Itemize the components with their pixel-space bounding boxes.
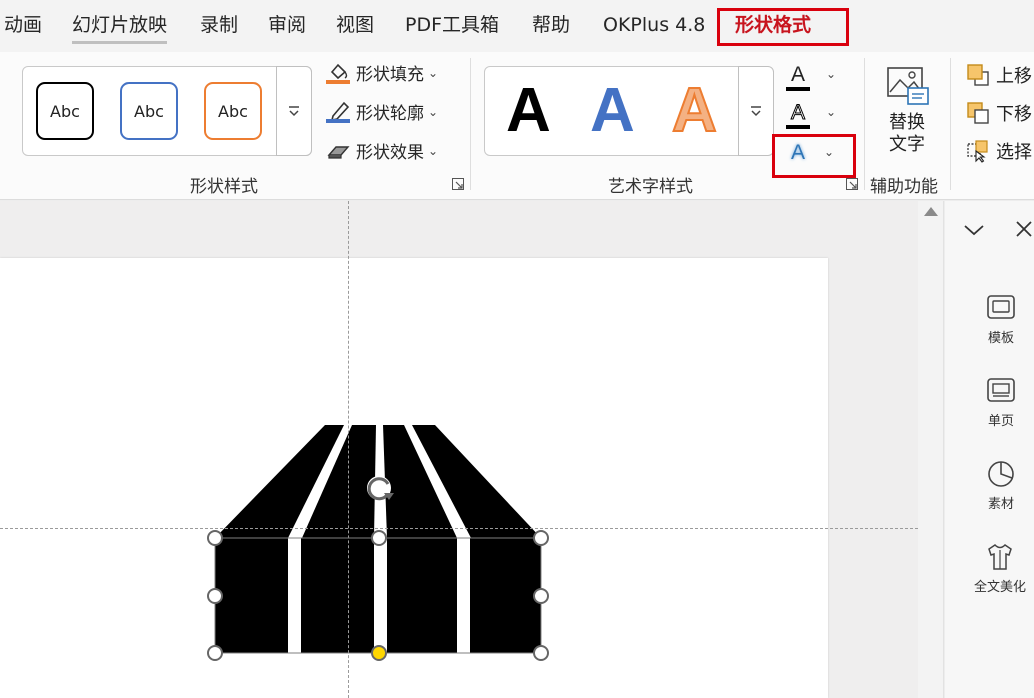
bring-forward-label: 上移 (996, 66, 1032, 87)
send-backward-icon (966, 101, 990, 125)
tab-help[interactable]: 帮助 (532, 10, 570, 40)
selection-frame (214, 537, 542, 654)
resize-handle-bottom-right[interactable] (533, 645, 549, 661)
tab-animations[interactable]: 动画 (4, 10, 42, 40)
side-panel-item-label: 单页 (987, 414, 1014, 429)
wordart-preset-blue[interactable]: A (590, 80, 635, 142)
resize-handle-right[interactable] (533, 588, 549, 604)
shape-style-preset-2[interactable]: Abc (120, 82, 178, 140)
shape-fill-button[interactable]: 形状填充 ⌄ (326, 60, 438, 85)
group-separator (470, 58, 471, 190)
shape-effects-button[interactable]: 形状效果 ⌄ (326, 138, 438, 163)
selection-pane-button[interactable]: 选择 (966, 138, 1032, 164)
shape-styles-group-label: 形状样式 (190, 177, 258, 197)
selection-handles (207, 476, 549, 661)
tab-pdf-toolbox[interactable]: PDF工具箱 (405, 10, 499, 40)
selection-pane-icon (966, 139, 990, 163)
alt-text-button[interactable]: 替换 文字 (876, 64, 938, 156)
side-panel-item-assets[interactable]: 素材 (959, 459, 1034, 512)
group-separator (950, 58, 951, 190)
tab-shape-format[interactable]: 形状格式 (735, 10, 811, 40)
group-separator (864, 58, 865, 190)
pen-outline-icon (326, 100, 352, 124)
send-backward-button[interactable]: 下移 (966, 100, 1032, 126)
alt-text-image-icon (887, 67, 929, 105)
send-backward-label: 下移 (996, 104, 1032, 125)
tab-review[interactable]: 审阅 (268, 10, 306, 40)
ribbon-tab-bar: 动画 幻灯片放映 录制 审阅 视图 PDF工具箱 帮助 OKPlus 4.8 形… (0, 0, 1034, 52)
tab-slideshow[interactable]: 幻灯片放映 (72, 10, 168, 44)
slide-editing-canvas[interactable] (0, 201, 918, 698)
selection-pane-label: 选择 (996, 142, 1032, 163)
side-panel-item-label: 全文美化 (973, 580, 1026, 595)
close-panel-icon[interactable] (1015, 219, 1033, 244)
wordart-styles-group-label: 艺术字样式 (608, 177, 693, 197)
text-outline-button[interactable]: A ⌄ (784, 98, 844, 129)
resize-handle-top-left[interactable] (207, 530, 223, 546)
text-fill-icon: A (784, 64, 812, 91)
chevron-down-icon: ⌄ (826, 105, 837, 119)
wordart-more-button[interactable] (738, 66, 774, 156)
side-panel-item-templates[interactable]: 模板 (959, 293, 1034, 346)
pie-chart-icon (986, 459, 1016, 489)
shape-style-preset-label: Abc (218, 101, 248, 121)
side-panel-item-label: 素材 (987, 497, 1014, 512)
paint-bucket-icon (326, 61, 352, 85)
resize-handle-top-right[interactable] (533, 530, 549, 546)
bring-forward-button[interactable]: 上移 (966, 62, 1032, 88)
resize-handle-top[interactable] (371, 530, 387, 546)
shape-outline-label: 形状轮廓 (356, 104, 424, 124)
wordart-preset-orange-outline[interactable]: A (671, 79, 718, 143)
shape-outline-button[interactable]: 形状轮廓 ⌄ (326, 99, 438, 124)
wordart-preset-black[interactable]: A (506, 80, 551, 142)
dialog-launcher-icon[interactable] (846, 178, 858, 190)
text-effects-highlight (772, 134, 856, 178)
tab-record[interactable]: 录制 (200, 10, 238, 40)
shape-style-preset-1[interactable]: Abc (36, 82, 94, 140)
resize-handle-bottom-left[interactable] (207, 645, 223, 661)
rotate-handle-icon[interactable] (367, 476, 394, 501)
template-icon (986, 293, 1016, 323)
dialog-launcher-icon[interactable] (452, 178, 464, 190)
shirt-icon (985, 542, 1015, 572)
resize-handle-left[interactable] (207, 588, 223, 604)
chevron-down-icon: ⌄ (428, 143, 439, 158)
chevron-down-icon: ⌄ (428, 104, 439, 119)
side-panel-item-beautify[interactable]: 全文美化 (965, 542, 1034, 595)
adjust-handle[interactable] (371, 645, 387, 661)
shape-style-preset-label: Abc (134, 101, 164, 121)
single-page-icon (986, 376, 1016, 406)
chevron-down-icon: ⌄ (826, 67, 837, 81)
shape-effects-label: 形状效果 (356, 143, 424, 163)
ribbon: Abc Abc Abc 形状填充 ⌄ 形状轮廓 ⌄ 形状效果 ⌄ 形状样式 A … (0, 52, 1034, 200)
tab-view[interactable]: 视图 (336, 10, 374, 40)
gallery-more-icon (289, 106, 299, 117)
scroll-up-arrow-icon[interactable] (924, 207, 938, 216)
shape-style-preset-3[interactable]: Abc (204, 82, 262, 140)
collapse-panel-chevron-icon[interactable] (963, 219, 985, 244)
side-panel-item-label: 模板 (987, 331, 1014, 346)
bring-forward-icon (966, 63, 990, 87)
side-panel-item-single-page[interactable]: 单页 (959, 376, 1034, 429)
shape-effects-icon (326, 139, 352, 163)
alt-text-label-line2: 文字 (889, 134, 925, 155)
chevron-down-icon: ⌄ (428, 65, 439, 80)
gallery-more-icon (751, 106, 761, 117)
shape-style-preset-label: Abc (50, 101, 80, 121)
tab-okplus[interactable]: OKPlus 4.8 (603, 10, 705, 40)
text-outline-icon: A (784, 101, 812, 129)
shape-style-more-button[interactable] (276, 66, 312, 156)
vertical-scrollbar[interactable] (918, 201, 944, 698)
right-side-panel: 模板 单页 素材 全文美化 (945, 201, 1034, 698)
alt-text-label-line1: 替换 (889, 112, 925, 133)
shape-fill-label: 形状填充 (356, 65, 424, 85)
text-fill-button[interactable]: A ⌄ (784, 60, 844, 91)
accessibility-group-label: 辅助功能 (870, 177, 938, 197)
